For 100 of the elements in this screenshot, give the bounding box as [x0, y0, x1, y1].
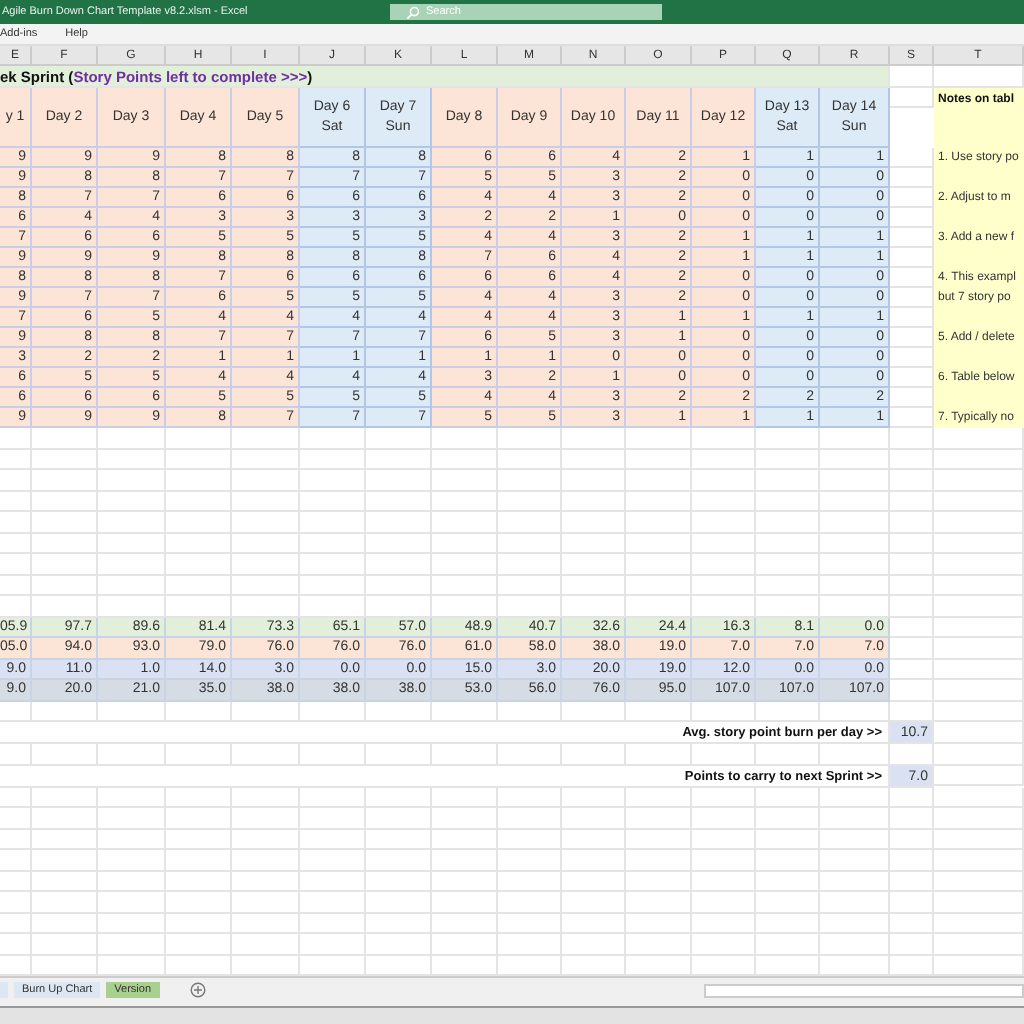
empty-cell: [432, 829, 498, 850]
empty-cell: [300, 829, 366, 850]
empty-cell: [692, 808, 756, 829]
empty-cell: [934, 829, 1024, 850]
empty-cell: [934, 575, 1024, 596]
empty-cell: [692, 829, 756, 850]
add-sheet-icon[interactable]: [189, 982, 206, 998]
empty-cell: [498, 512, 562, 533]
empty-cell: [98, 850, 166, 871]
empty-cell: [498, 428, 562, 449]
search-icon: [406, 5, 420, 19]
empty-cell: [692, 554, 756, 575]
empty-cell: [432, 892, 498, 913]
empty-cell: [890, 470, 934, 491]
empty-cell: [32, 913, 98, 934]
empty-cell: [934, 491, 1024, 512]
empty-cell: [934, 638, 1024, 659]
empty-cell: [432, 934, 498, 955]
empty-cell: [820, 829, 890, 850]
empty-cell: [98, 491, 166, 512]
empty-cell: [820, 850, 890, 871]
empty-cell: [820, 892, 890, 913]
empty-cell: [232, 934, 300, 955]
empty-cell: [366, 512, 432, 533]
empty-cell: [300, 701, 366, 722]
empty-cell: [98, 554, 166, 575]
empty-cell: [366, 829, 432, 850]
empty-cell: [366, 913, 432, 934]
empty-cell: [32, 701, 98, 722]
empty-cell: [756, 892, 820, 913]
empty-cell: [626, 871, 692, 892]
empty-cell: [498, 701, 562, 722]
empty-cell: [0, 554, 32, 575]
empty-cell: [366, 934, 432, 955]
empty-cell: [300, 892, 366, 913]
empty-cell: [934, 871, 1024, 892]
horizontal-scrollbar[interactable]: [704, 984, 1024, 998]
empty-cell: [366, 850, 432, 871]
empty-cell: [890, 428, 934, 449]
empty-cell: [166, 934, 232, 955]
empty-cell: [98, 934, 166, 955]
empty-cell: [692, 913, 756, 934]
empty-cell: [98, 575, 166, 596]
empty-cell: [432, 449, 498, 470]
empty-cell: [0, 829, 32, 850]
empty-cell: [0, 512, 32, 533]
empty-cell: [692, 533, 756, 554]
empty-cell: [562, 428, 626, 449]
empty-cell: [0, 913, 32, 934]
empty-cell: [300, 449, 366, 470]
empty-cell: [562, 554, 626, 575]
empty-cell: [692, 871, 756, 892]
empty-cell: [890, 913, 934, 934]
empty-cell: [626, 701, 692, 722]
empty-cell: [0, 491, 32, 512]
empty-cell: [166, 470, 232, 491]
empty-cell: [934, 428, 1024, 449]
empty-cell: [98, 871, 166, 892]
empty-cell: [562, 808, 626, 829]
empty-cell: [366, 470, 432, 491]
empty-cell: [562, 533, 626, 554]
empty-cell: [32, 449, 98, 470]
empty-cell: [32, 808, 98, 829]
empty-cell: [820, 512, 890, 533]
empty-cell: [232, 913, 300, 934]
empty-cell: [756, 554, 820, 575]
empty-cell: [498, 871, 562, 892]
empty-cell: [756, 829, 820, 850]
empty-cell: [562, 470, 626, 491]
empty-cell: [366, 892, 432, 913]
empty-cell: [692, 512, 756, 533]
empty-cell: [756, 913, 820, 934]
empty-cell: [300, 428, 366, 449]
empty-cell: [692, 575, 756, 596]
empty-cell: [366, 871, 432, 892]
empty-cell: [934, 808, 1024, 829]
empty-cell: [934, 554, 1024, 575]
empty-cell: [98, 829, 166, 850]
empty-cell: [820, 871, 890, 892]
empty-cell: [692, 701, 756, 722]
empty-cell: [0, 428, 32, 449]
empty-cell: [934, 701, 1024, 722]
empty-cell: [562, 934, 626, 955]
empty-cell: [232, 575, 300, 596]
empty-cell: [626, 491, 692, 512]
empty-cell: [890, 934, 934, 955]
empty-cell: [0, 871, 32, 892]
empty-cell: [366, 554, 432, 575]
empty-cell: [562, 871, 626, 892]
empty-cell: [32, 892, 98, 913]
empty-cell: [166, 808, 232, 829]
empty-cell: [890, 512, 934, 533]
empty-cell: [300, 512, 366, 533]
empty-cell: [300, 913, 366, 934]
empty-cell: [756, 428, 820, 449]
empty-cell: [98, 913, 166, 934]
empty-cell: [756, 512, 820, 533]
empty-cell: [562, 913, 626, 934]
empty-cell: [890, 850, 934, 871]
empty-cell: [32, 470, 98, 491]
